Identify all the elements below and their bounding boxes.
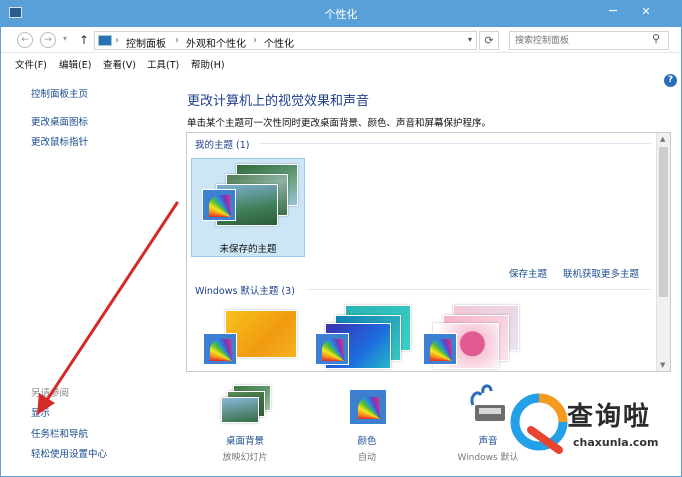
menu-help[interactable]: 帮助(H) [191,57,225,71]
theme-tile-lines-colors[interactable] [305,293,413,371]
menu-bar: 文件(F) 编辑(E) 查看(V) 工具(T) 帮助(H) [1,54,681,72]
color-value: 自动 [357,453,376,463]
forward-button[interactable]: → [40,32,56,48]
close-button[interactable]: ✕ [631,3,661,23]
computer-icon [98,35,112,46]
get-more-themes-link[interactable]: 联机获取更多主题 [563,266,639,280]
save-theme-link[interactable]: 保存主题 [509,266,547,280]
menu-view[interactable]: 查看(V) [103,57,136,71]
breadcrumb-separator: › [253,35,257,46]
theme-list: 我的主题 (1) 未保存的主题 保存主题 联机获取更多主题 Windows 默认… [186,132,671,372]
scrollbar-thumb[interactable] [659,147,668,297]
title-bar: 个性化 ─ ✕ [1,1,681,27]
breadcrumb-control-panel[interactable]: 控制面板 [126,35,166,50]
minimize-button[interactable]: ─ [598,3,628,23]
theme-tile-flowers[interactable] [415,293,523,371]
my-themes-group-label: 我的主题 (1) [195,140,250,151]
color-palette-icon [202,189,236,221]
watermark-brand: 查询啦 [567,402,652,432]
menu-file[interactable]: 文件(F) [15,57,47,71]
theme-tile-windows[interactable] [195,293,303,371]
sidebar: 控制面板主页 更改桌面图标 更改鼠标指针 另请参阅 显示 任务栏和导航 轻松使用… [1,73,179,476]
desktop-background-value: 放映幻灯片 [222,453,268,463]
divider [259,143,651,144]
menu-edit[interactable]: 编辑(E) [59,57,91,71]
desktop-background-icon[interactable] [221,385,271,427]
breadcrumb-appearance[interactable]: 外观和个性化 [186,35,246,50]
sidebar-link-taskbar[interactable]: 任务栏和导航 [31,426,88,440]
up-arrow-icon[interactable]: ↑ [79,33,89,47]
breadcrumb-separator: › [115,35,119,46]
theme-list-scrollbar[interactable]: ▲ ▼ [656,133,670,371]
sidebar-link-ease-of-access[interactable]: 轻松使用设置中心 [31,446,107,460]
watermark-logo: 查询啦 chaxunla.com [501,380,681,470]
color-palette-icon [423,333,457,365]
window: 个性化 ─ ✕ ← → ▾ ↑ › 控制面板 › 外观和个性化 › 个性化 ▾ … [0,0,682,477]
color-palette-icon [203,333,237,365]
desktop-background-link[interactable]: 桌面背景 [200,433,290,447]
recent-locations-chevron-icon[interactable]: ▾ [63,34,67,43]
back-button[interactable]: ← [17,32,33,48]
sidebar-link-desktop-icons[interactable]: 更改桌面图标 [31,114,88,128]
menu-tools[interactable]: 工具(T) [147,57,179,71]
refresh-button[interactable]: ⟳ [479,31,499,50]
search-input[interactable] [509,31,669,50]
sidebar-link-mouse-pointer[interactable]: 更改鼠标指针 [31,134,88,148]
theme-tile-unsaved[interactable]: 未保存的主题 [191,158,305,257]
theme-tile-label: 未保存的主题 [219,244,277,255]
scroll-up-arrow-icon[interactable]: ▲ [660,135,665,143]
divider [307,289,651,290]
address-bar[interactable]: › 控制面板 › 外观和个性化 › 个性化 ▾ [94,31,477,50]
watermark-site: chaxunla.com [573,436,659,449]
breadcrumb-personalization[interactable]: 个性化 [264,35,294,50]
sidebar-link-display[interactable]: 显示 [31,405,50,419]
scroll-down-arrow-icon[interactable]: ▼ [660,361,665,369]
search-icon[interactable]: ⚲ [652,32,660,45]
color-palette-icon[interactable] [349,389,387,425]
page-description: 单击某个主题可一次性同时更改桌面背景、颜色、声音和屏幕保护程序。 [187,118,492,129]
page-title: 更改计算机上的视觉效果和声音 [187,94,370,109]
window-title: 个性化 [324,8,358,21]
address-toolbar: ← → ▾ ↑ › 控制面板 › 外观和个性化 › 个性化 ▾ ⟳ ⚲ [1,27,681,53]
sidebar-link-home[interactable]: 控制面板主页 [31,86,88,100]
color-link[interactable]: 颜色 [322,433,412,447]
color-palette-icon [315,333,349,365]
see-also-header: 另请参阅 [31,388,70,399]
address-dropdown-icon[interactable]: ▾ [468,35,472,44]
help-icon[interactable]: ? [664,74,677,87]
breadcrumb-separator: › [175,35,179,46]
